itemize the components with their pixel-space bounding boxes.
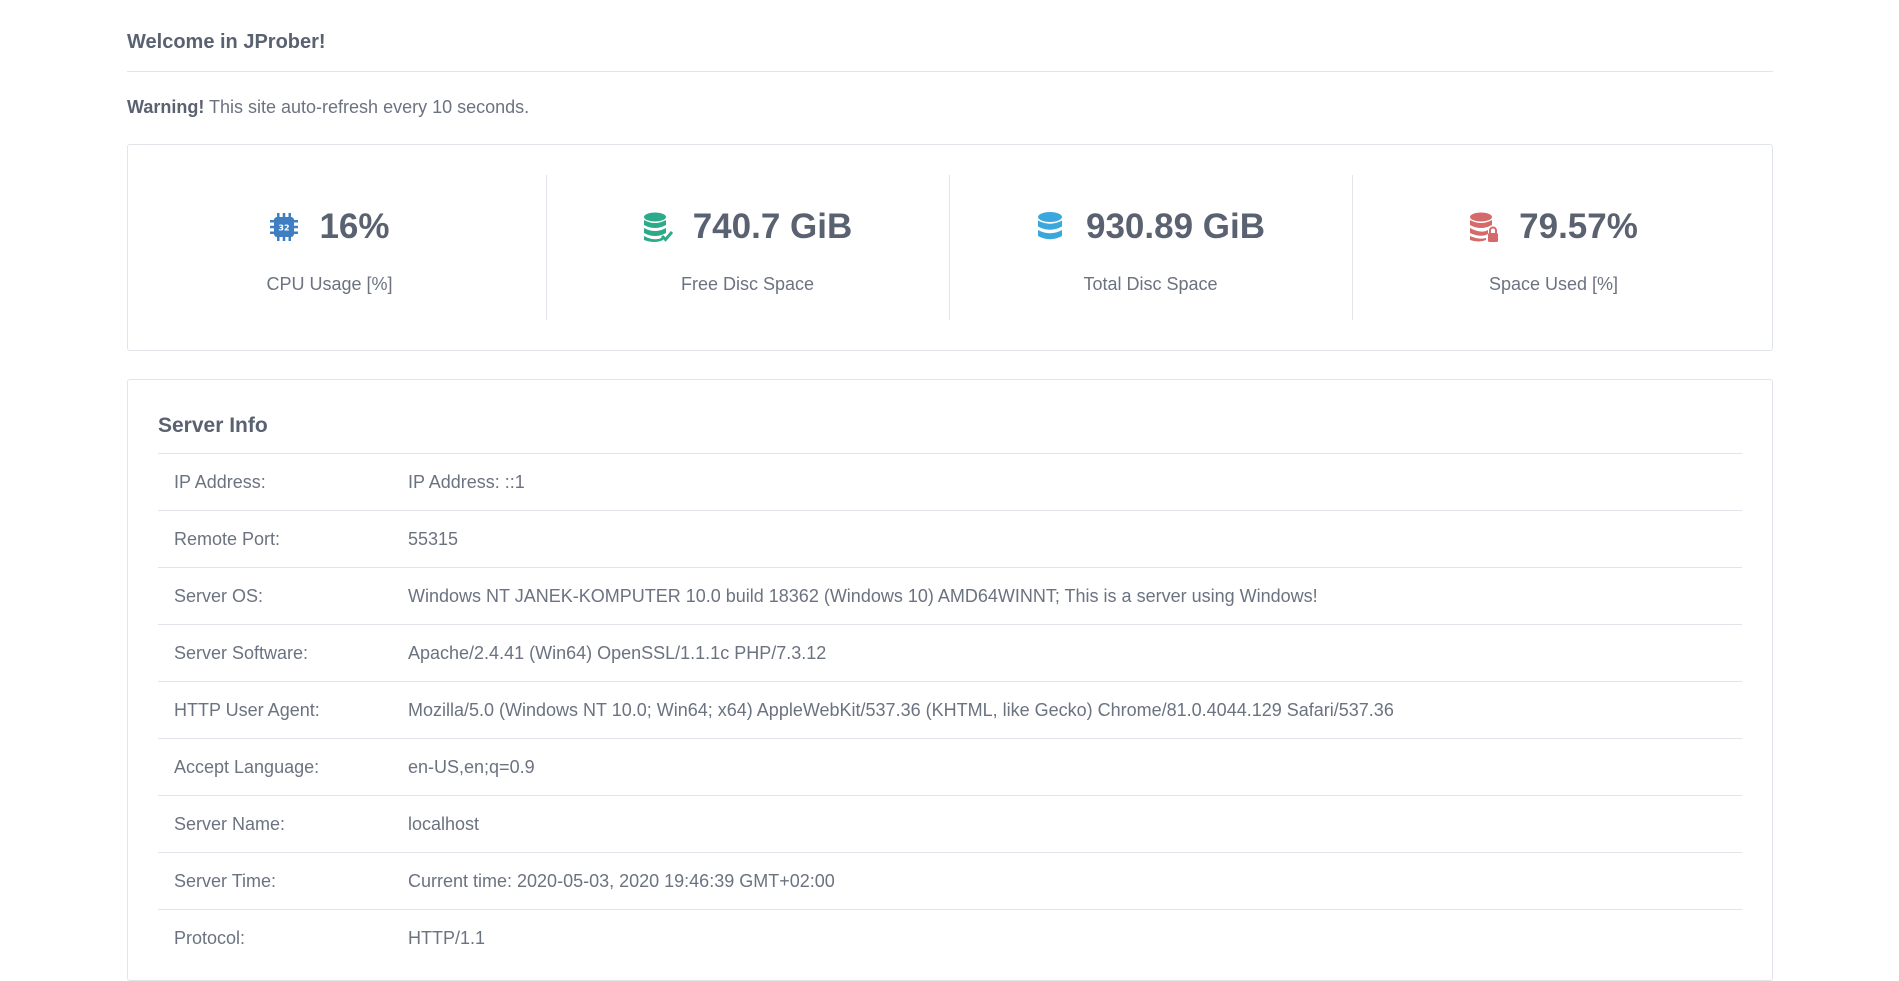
row-value: Mozilla/5.0 (Windows NT 10.0; Win64; x64… bbox=[408, 699, 1394, 720]
database-check-icon bbox=[643, 212, 673, 242]
stats-card: 32 16% CPU Usage [%] 740.7 GiB Free Disc… bbox=[127, 144, 1773, 351]
row-value: HTTP/1.1 bbox=[408, 927, 486, 948]
total-disc-space-label: Total Disc Space bbox=[1083, 274, 1218, 294]
free-disc-space-value: 740.7 GiB bbox=[692, 207, 853, 246]
server-info-title: Server Info bbox=[158, 414, 268, 437]
page-title: Welcome in JProber! bbox=[127, 31, 326, 53]
table-row: Server OS: Windows NT JANEK-KOMPUTER 10.… bbox=[158, 567, 1742, 625]
row-key: Server Software: bbox=[174, 642, 309, 663]
row-key: Accept Language: bbox=[174, 756, 320, 777]
cpu-usage-label: CPU Usage [%] bbox=[266, 274, 393, 294]
row-value: IP Address: ::1 bbox=[408, 471, 525, 492]
row-key: Remote Port: bbox=[174, 528, 281, 549]
cpu-usage-value: 16% bbox=[319, 207, 390, 246]
row-key: Protocol: bbox=[174, 927, 246, 948]
table-row: Remote Port: 55315 bbox=[158, 510, 1742, 568]
database-lock-icon bbox=[1470, 212, 1499, 242]
database-icon bbox=[1038, 212, 1062, 240]
space-used-label: Space Used [%] bbox=[1488, 274, 1619, 294]
table-row: Accept Language: en-US,en;q=0.9 bbox=[158, 738, 1742, 796]
row-key: IP Address: bbox=[174, 471, 266, 492]
table-row: HTTP User Agent: Mozilla/5.0 (Windows NT… bbox=[158, 681, 1742, 739]
stat-space-used: 79.57% Space Used [%] bbox=[1352, 175, 1755, 320]
table-row: Protocol: HTTP/1.1 bbox=[158, 909, 1742, 967]
table-row: Server Software: Apache/2.4.41 (Win64) O… bbox=[158, 624, 1742, 682]
stat-cpu-usage: 32 16% CPU Usage [%] bbox=[128, 175, 531, 320]
total-disc-space-value: 930.89 GiB bbox=[1086, 207, 1265, 246]
row-key: Server Name: bbox=[174, 813, 286, 834]
row-value: Apache/2.4.41 (Win64) OpenSSL/1.1.1c PHP… bbox=[408, 642, 827, 663]
server-info-card: Server Info IP Address: IP Address: ::1 … bbox=[127, 379, 1773, 981]
stat-total-disc-space: 930.89 GiB Total Disc Space bbox=[949, 175, 1352, 320]
row-value: Current time: 2020-05-03, 2020 19:46:39 … bbox=[408, 870, 835, 891]
title-divider bbox=[127, 71, 1773, 72]
row-key: Server Time: bbox=[174, 870, 277, 891]
warning-text: This site auto-refresh every 10 seconds. bbox=[204, 97, 530, 117]
row-value: 55315 bbox=[408, 528, 459, 549]
space-used-value: 79.57% bbox=[1519, 207, 1638, 246]
row-key: HTTP User Agent: bbox=[174, 699, 320, 720]
svg-text:32: 32 bbox=[279, 224, 290, 233]
table-row: IP Address: IP Address: ::1 bbox=[158, 453, 1742, 511]
row-key: Server OS: bbox=[174, 585, 264, 606]
server-info-table: IP Address: IP Address: ::1 Remote Port:… bbox=[158, 453, 1742, 967]
table-row: Server Name: localhost bbox=[158, 795, 1742, 853]
warning-label: Warning! bbox=[127, 97, 205, 117]
auto-refresh-warning: Warning! This site auto-refresh every 10… bbox=[127, 97, 529, 118]
table-row: Server Time: Current time: 2020-05-03, 2… bbox=[158, 852, 1742, 910]
stat-free-disc-space: 740.7 GiB Free Disc Space bbox=[546, 175, 949, 320]
row-value: localhost bbox=[408, 813, 480, 834]
row-value: en-US,en;q=0.9 bbox=[408, 756, 535, 777]
cpu-chip-icon: 32 bbox=[270, 213, 299, 241]
free-disc-space-label: Free Disc Space bbox=[680, 274, 815, 294]
row-value: Windows NT JANEK-KOMPUTER 10.0 build 183… bbox=[408, 585, 1318, 606]
